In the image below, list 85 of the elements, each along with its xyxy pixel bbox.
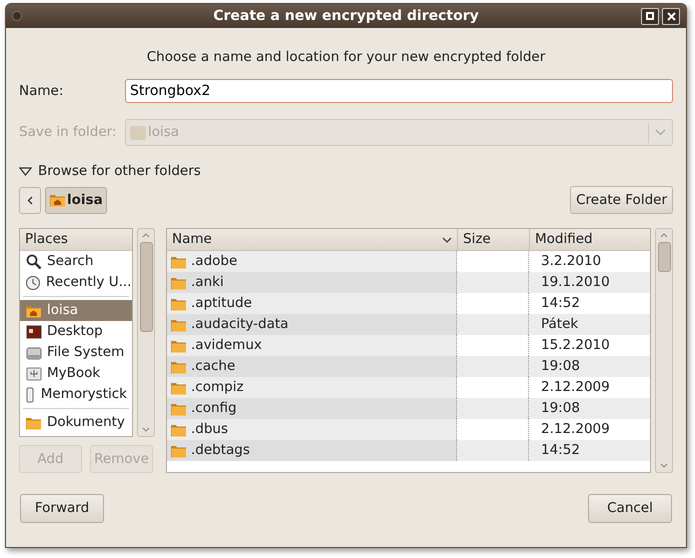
back-button[interactable] [19, 186, 41, 214]
scrollbar[interactable] [137, 228, 155, 437]
close-button[interactable] [662, 8, 680, 24]
file-name-cell[interactable]: .compiz [167, 377, 457, 398]
column-header[interactable]: Size [457, 229, 529, 250]
chevron-down-icon [655, 129, 666, 136]
scrollbar-thumb[interactable] [140, 242, 152, 332]
chevron-left-icon [27, 196, 33, 204]
size-cell [457, 314, 529, 335]
file-name-cell[interactable]: .audacity-data [167, 314, 457, 335]
folder-icon [170, 296, 187, 310]
cancel-button[interactable]: Cancel [588, 494, 672, 523]
place-label: Memorystick [40, 385, 127, 404]
hard-drive-icon [25, 344, 42, 360]
place-label: Recently U... [46, 273, 132, 292]
date-cell: 19:08 [529, 356, 650, 377]
size-cell [457, 356, 529, 377]
name-label: Name: [19, 82, 64, 101]
folder-icon [170, 360, 187, 374]
date-cell: 19:08 [529, 398, 650, 419]
place-item[interactable]: Memorystick [20, 384, 132, 405]
place-item[interactable]: Dokumenty [20, 412, 132, 433]
file-name-cell[interactable]: .aptitude [167, 293, 457, 314]
window-menu-icon[interactable] [12, 11, 22, 21]
size-cell [457, 440, 529, 461]
place-label: MyBook [47, 364, 100, 384]
date-cell: 19.1.2010 [529, 272, 650, 293]
file-name-cell[interactable]: .dbus [167, 419, 457, 440]
folder-icon [170, 318, 187, 332]
place-label: Desktop [47, 322, 103, 342]
window-title: Create a new encrypted directory [212, 6, 480, 26]
size-cell [457, 398, 529, 419]
scroll-up-icon[interactable] [660, 233, 668, 238]
create-folder-button[interactable]: Create Folder [570, 186, 673, 214]
folder-icon [170, 254, 187, 268]
column-header[interactable]: Modified [529, 229, 650, 250]
date-cell: Pátek [529, 314, 650, 335]
folder-icon [170, 276, 187, 290]
place-label: Dokumenty [47, 413, 125, 432]
scrollbar[interactable] [655, 228, 673, 473]
place-item[interactable]: Recently U... [20, 272, 132, 293]
place-item[interactable]: Search [20, 251, 132, 272]
folder-icon [170, 402, 187, 416]
search-icon [25, 254, 42, 270]
dialog-heading: Choose a name and location for your new encrypted folder [146, 48, 546, 67]
clock-icon [25, 274, 41, 290]
size-cell [457, 272, 529, 293]
desktop-icon [25, 324, 42, 338]
scroll-down-icon[interactable] [660, 463, 668, 468]
browse-expander[interactable]: Browse for other folders [19, 161, 673, 181]
file-name-cell[interactable]: .avidemux [167, 335, 457, 356]
scroll-up-icon[interactable] [142, 233, 150, 238]
folder-icon [170, 422, 187, 436]
column-header[interactable]: Name [167, 229, 457, 250]
file-name-cell[interactable]: .config [167, 398, 457, 419]
scroll-down-icon[interactable] [142, 427, 150, 432]
place-item[interactable]: MyBook [20, 363, 132, 384]
forward-button[interactable]: Forward [20, 494, 104, 523]
triangle-icon [19, 166, 32, 176]
file-name-cell[interactable]: .cache [167, 356, 457, 377]
folder-icon [170, 444, 187, 458]
close-icon [666, 12, 676, 20]
place-label: Search [47, 252, 94, 272]
place-label: loisa [47, 301, 78, 320]
file-name-cell[interactable]: .anki [167, 272, 457, 293]
place-label: File System [47, 343, 124, 362]
folder-icon [25, 416, 42, 430]
maximize-button[interactable] [641, 8, 659, 24]
scrollbar-thumb[interactable] [658, 242, 670, 272]
expander-label: Browse for other folders [38, 162, 201, 181]
folder-icon [170, 338, 187, 352]
name-field[interactable]: Strongbox2 [125, 79, 673, 103]
place-item[interactable]: Desktop [20, 321, 132, 342]
place-item[interactable]: File System [20, 342, 132, 363]
usb-drive-icon [25, 366, 42, 382]
folder-name: loisa [148, 123, 180, 142]
file-name-cell[interactable]: .debtags [167, 440, 457, 461]
place-item[interactable]: loisa [20, 300, 132, 321]
folder-icon [170, 380, 187, 394]
file-name-cell[interactable]: .adobe [167, 251, 457, 272]
path-button[interactable]: loisa [45, 186, 107, 214]
save-in-folder-label: Save in folder: [19, 123, 118, 142]
memory-stick-icon [25, 386, 36, 402]
date-cell: 14:52 [529, 440, 650, 461]
column-header[interactable]: Places [20, 229, 132, 251]
